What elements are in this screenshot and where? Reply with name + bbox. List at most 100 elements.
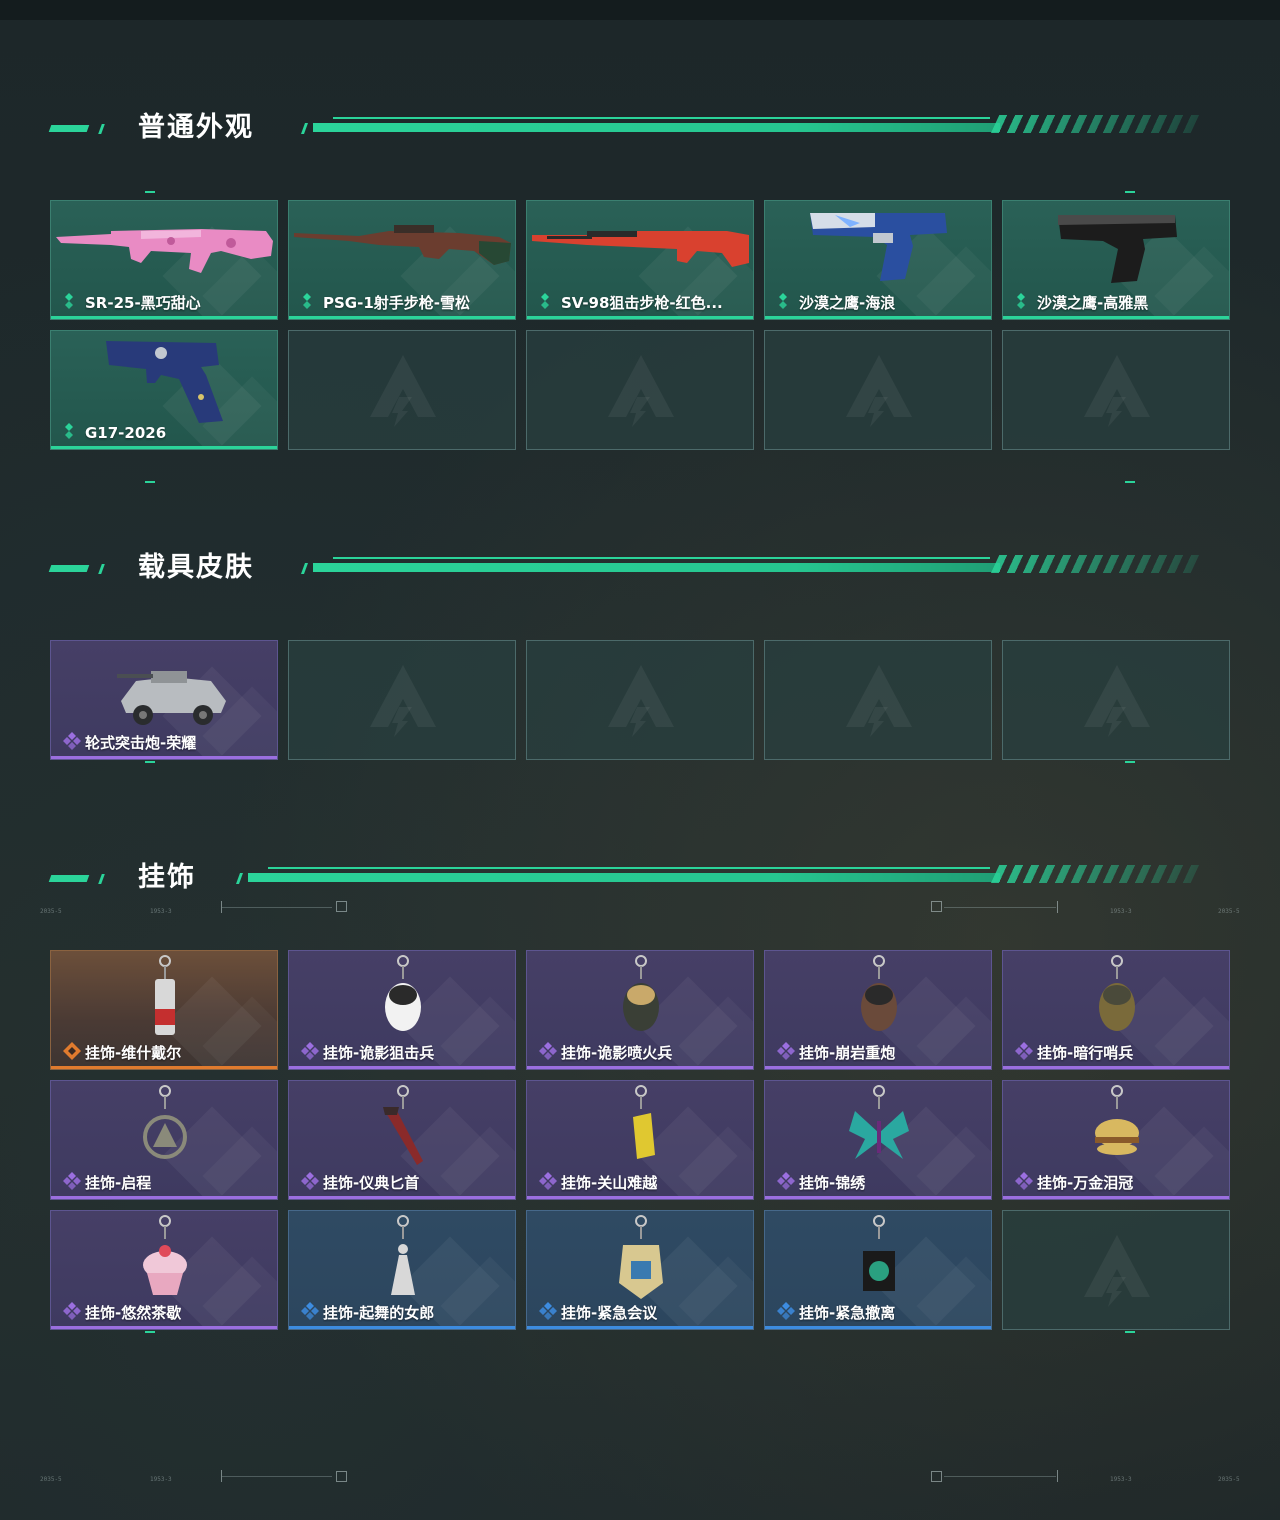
rarity-icon xyxy=(777,1042,795,1060)
rarity-underline xyxy=(1003,1066,1229,1069)
pistol-black-icon xyxy=(1058,215,1177,283)
header-slash xyxy=(98,564,105,574)
item-card[interactable]: 挂饰-万金泪冠 xyxy=(1002,1080,1230,1200)
charm-cube-icon xyxy=(863,1215,895,1291)
charm-dagger-icon xyxy=(383,1085,423,1165)
header-pill xyxy=(48,125,90,132)
rarity-icon xyxy=(65,423,73,439)
item-label: 挂饰-诡影喷火兵 xyxy=(561,1044,673,1062)
item-card[interactable]: 挂饰-紧急撤离 xyxy=(764,1210,992,1330)
charm-battery-icon xyxy=(633,1085,655,1159)
header-bar xyxy=(313,123,1000,132)
watermark-logo-icon xyxy=(846,355,912,427)
rarity-icon xyxy=(539,1302,557,1320)
header-thin-line xyxy=(268,867,990,869)
rarity-icon xyxy=(777,1302,795,1320)
rarity-underline xyxy=(527,316,753,319)
hud-tag: 1953-3 xyxy=(150,1476,172,1483)
item-card[interactable]: 挂饰-维什戴尔 xyxy=(50,950,278,1070)
rarity-icon xyxy=(541,293,549,309)
corner-tick xyxy=(1125,1331,1135,1333)
item-label: G17-2026 xyxy=(85,424,167,442)
rarity-icon xyxy=(63,1172,81,1190)
charm-cupcake-icon xyxy=(143,1215,187,1295)
header-slash xyxy=(98,124,105,134)
watermark-logo-icon xyxy=(608,355,674,427)
item-card[interactable]: 挂饰-诡影喷火兵 xyxy=(526,950,754,1070)
rarity-icon xyxy=(539,1042,557,1060)
item-label: 挂饰-仪典匕首 xyxy=(323,1174,420,1192)
item-card[interactable]: 沙漠之鹰-高雅黑 xyxy=(1002,200,1230,320)
rarity-underline xyxy=(289,1066,515,1069)
rarity-icon xyxy=(539,1172,557,1190)
rarity-underline xyxy=(51,446,277,449)
item-card[interactable]: SV-98狙击步枪-红色... xyxy=(526,200,754,320)
corner-tick xyxy=(145,481,155,483)
empty-slot[interactable] xyxy=(1002,1210,1230,1330)
item-label: 挂饰-锦绣 xyxy=(799,1174,866,1192)
item-card[interactable]: 挂饰-启程 xyxy=(50,1080,278,1200)
header-bar xyxy=(313,563,1000,572)
item-card[interactable]: 挂饰-紧急会议 xyxy=(526,1210,754,1330)
item-card[interactable]: PSG-1射手步枪-雪松 xyxy=(288,200,516,320)
corner-tick xyxy=(1125,481,1135,483)
item-card[interactable]: SR-25-黑巧甜心 xyxy=(50,200,278,320)
item-card[interactable]: 挂饰-锦绣 xyxy=(764,1080,992,1200)
empty-slot[interactable] xyxy=(288,640,516,760)
item-label: 挂饰-维什戴尔 xyxy=(85,1044,182,1062)
item-card[interactable]: 沙漠之鹰-海浪 xyxy=(764,200,992,320)
item-card[interactable]: 挂饰-暗行哨兵 xyxy=(1002,950,1230,1070)
hud-tag: 1953-3 xyxy=(1110,908,1132,915)
section-header: 挂饰 xyxy=(0,860,1280,900)
rarity-underline xyxy=(289,316,515,319)
rarity-icon xyxy=(63,732,81,750)
header-pill xyxy=(48,565,90,572)
hud-square xyxy=(336,901,347,912)
charm-badge-icon xyxy=(619,1215,663,1299)
charm-emblem-icon xyxy=(143,1085,187,1159)
rarity-underline xyxy=(527,1196,753,1199)
header-thin-line xyxy=(333,557,990,559)
rarity-underline xyxy=(51,1066,277,1069)
corner-tick xyxy=(145,1331,155,1333)
item-label: 轮式突击炮-荣耀 xyxy=(85,734,197,752)
item-label: 沙漠之鹰-海浪 xyxy=(799,294,896,312)
watermark-logo-icon xyxy=(370,355,436,427)
item-card[interactable]: G17-2026 xyxy=(50,330,278,450)
rarity-icon xyxy=(779,293,787,309)
item-card[interactable]: 挂饰-关山难越 xyxy=(526,1080,754,1200)
hud-line xyxy=(222,907,332,908)
item-card[interactable]: 轮式突击炮-荣耀 xyxy=(50,640,278,760)
hud-line xyxy=(944,1476,1056,1477)
empty-slot[interactable] xyxy=(764,640,992,760)
charm-butterfly-icon xyxy=(849,1085,909,1159)
hud-bar xyxy=(1057,1470,1058,1482)
corner-tick xyxy=(145,761,155,763)
item-card[interactable]: 挂饰-起舞的女郎 xyxy=(288,1210,516,1330)
item-card[interactable]: 挂饰-仪典匕首 xyxy=(288,1080,516,1200)
rarity-underline xyxy=(765,316,991,319)
rarity-underline xyxy=(51,316,277,319)
hud-tag: 2035-5 xyxy=(1218,1476,1240,1483)
empty-slot[interactable] xyxy=(764,330,992,450)
empty-slot[interactable] xyxy=(526,330,754,450)
header-thin-line xyxy=(333,117,990,119)
section-header: 普通外观 xyxy=(0,110,1280,150)
empty-slot[interactable] xyxy=(288,330,516,450)
rarity-underline xyxy=(51,1326,277,1329)
rarity-underline xyxy=(765,1066,991,1069)
item-card[interactable]: 挂饰-诡影狙击兵 xyxy=(288,950,516,1070)
empty-slot[interactable] xyxy=(1002,330,1230,450)
rarity-icon xyxy=(777,1172,795,1190)
empty-slot[interactable] xyxy=(526,640,754,760)
charm-burger-icon xyxy=(1095,1085,1139,1155)
item-label: 挂饰-暗行哨兵 xyxy=(1037,1044,1134,1062)
watermark-logo-icon xyxy=(846,665,912,737)
item-label: 挂饰-万金泪冠 xyxy=(1037,1174,1134,1192)
item-card[interactable]: 挂饰-悠然茶歇 xyxy=(50,1210,278,1330)
sniper-rifle-icon xyxy=(294,225,511,265)
item-card[interactable]: 挂饰-崩岩重炮 xyxy=(764,950,992,1070)
empty-slot[interactable] xyxy=(1002,640,1230,760)
hud-tag: 2035-5 xyxy=(1218,908,1240,915)
item-label: 沙漠之鹰-高雅黑 xyxy=(1037,294,1149,312)
